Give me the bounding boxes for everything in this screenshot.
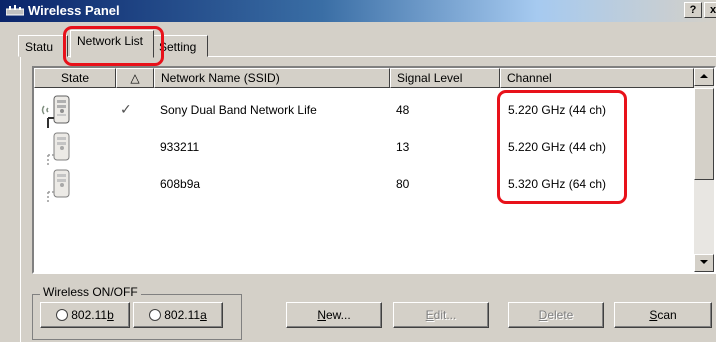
btn-802-11b-key: b	[107, 308, 114, 322]
column-header-ssid[interactable]: Network Name (SSID)	[154, 68, 390, 88]
arrow-up-icon	[700, 74, 708, 78]
channel-cell: 5.220 GHz (44 ch)	[508, 103, 607, 117]
edit-button-label: dit...	[433, 308, 457, 322]
btn-802-11a-text: 802.11	[164, 308, 201, 322]
network-list[interactable]: State △ Network Name (SSID) Signal Level…	[32, 66, 716, 274]
close-button[interactable]: x	[704, 2, 716, 18]
access-point-icon	[47, 169, 70, 202]
scan-button[interactable]: Scan	[614, 302, 712, 328]
connected-check-icon: ✓	[120, 101, 132, 117]
radio-circle-icon	[56, 309, 69, 321]
wireless-802-11a-button[interactable]: 802.11a	[133, 302, 223, 328]
tab-network-list[interactable]: Network List	[70, 30, 154, 58]
channel-cell: 5.320 GHz (64 ch)	[508, 177, 607, 191]
access-point-icon	[47, 132, 70, 165]
signal-level-cell: 13	[396, 140, 410, 154]
network-row[interactable]: ✓ Sony Dual Band Network Life 48 5.220 G…	[34, 92, 674, 128]
column-header-channel[interactable]: Channel	[500, 68, 694, 88]
tab-network-list-label: Network List	[77, 34, 144, 48]
radio-circle-icon	[149, 309, 162, 321]
help-button[interactable]: ?	[684, 2, 702, 18]
tab-status[interactable]: Statu	[18, 35, 68, 57]
tab-setting-label: Setting	[159, 40, 197, 54]
tab-setting[interactable]: Setting	[152, 35, 208, 57]
new-button-label: ew...	[325, 308, 351, 322]
new-button[interactable]: New...	[286, 302, 382, 328]
wireless-panel-window: Wireless Panel ? x Statu Setting Network…	[0, 0, 716, 342]
column-header-sort[interactable]: △	[116, 68, 154, 88]
ssid-cell: 933211	[160, 140, 200, 154]
wireless-app-icon	[6, 5, 24, 16]
btn-802-11a-key: a	[200, 308, 207, 322]
channel-cell: 5.220 GHz (44 ch)	[508, 140, 607, 154]
network-row[interactable]: 608b9a 80 5.320 GHz (64 ch)	[34, 166, 674, 202]
network-row[interactable]: 933211 13 5.220 GHz (44 ch)	[34, 129, 674, 165]
ssid-cell: 608b9a	[160, 177, 201, 191]
title-bar[interactable]: Wireless Panel ? x	[0, 0, 716, 22]
ssid-cell: Sony Dual Band Network Life	[160, 103, 317, 117]
sort-ascending-icon: △	[130, 71, 140, 85]
arrow-down-icon	[700, 260, 708, 264]
delete-button[interactable]: Delete	[508, 302, 604, 328]
list-header: State △ Network Name (SSID) Signal Level…	[34, 68, 714, 88]
scrollbar-thumb[interactable]	[694, 88, 714, 180]
wireless-onoff-label: Wireless ON/OFF	[40, 285, 141, 299]
edit-button[interactable]: Edit...	[393, 302, 489, 328]
column-header-state[interactable]: State	[34, 68, 116, 88]
delete-button-key: D	[538, 308, 548, 322]
signal-level-cell: 80	[396, 177, 410, 191]
scroll-down-button[interactable]	[694, 254, 714, 272]
tab-status-label: Statu	[25, 40, 54, 54]
delete-button-label: elete	[547, 308, 574, 322]
access-point-connected-icon	[41, 95, 70, 128]
window-title: Wireless Panel	[28, 3, 120, 18]
scroll-up-button[interactable]	[694, 68, 714, 86]
wireless-802-11b-button[interactable]: 802.11b	[40, 302, 130, 328]
edit-button-key: E	[425, 308, 434, 322]
new-button-key: N	[317, 308, 326, 322]
vertical-scrollbar[interactable]	[694, 68, 714, 272]
scan-button-label: can	[657, 308, 677, 322]
btn-802-11b-text: 802.11	[71, 308, 108, 322]
column-header-signal-level[interactable]: Signal Level	[390, 68, 500, 88]
signal-level-cell: 48	[396, 103, 410, 117]
